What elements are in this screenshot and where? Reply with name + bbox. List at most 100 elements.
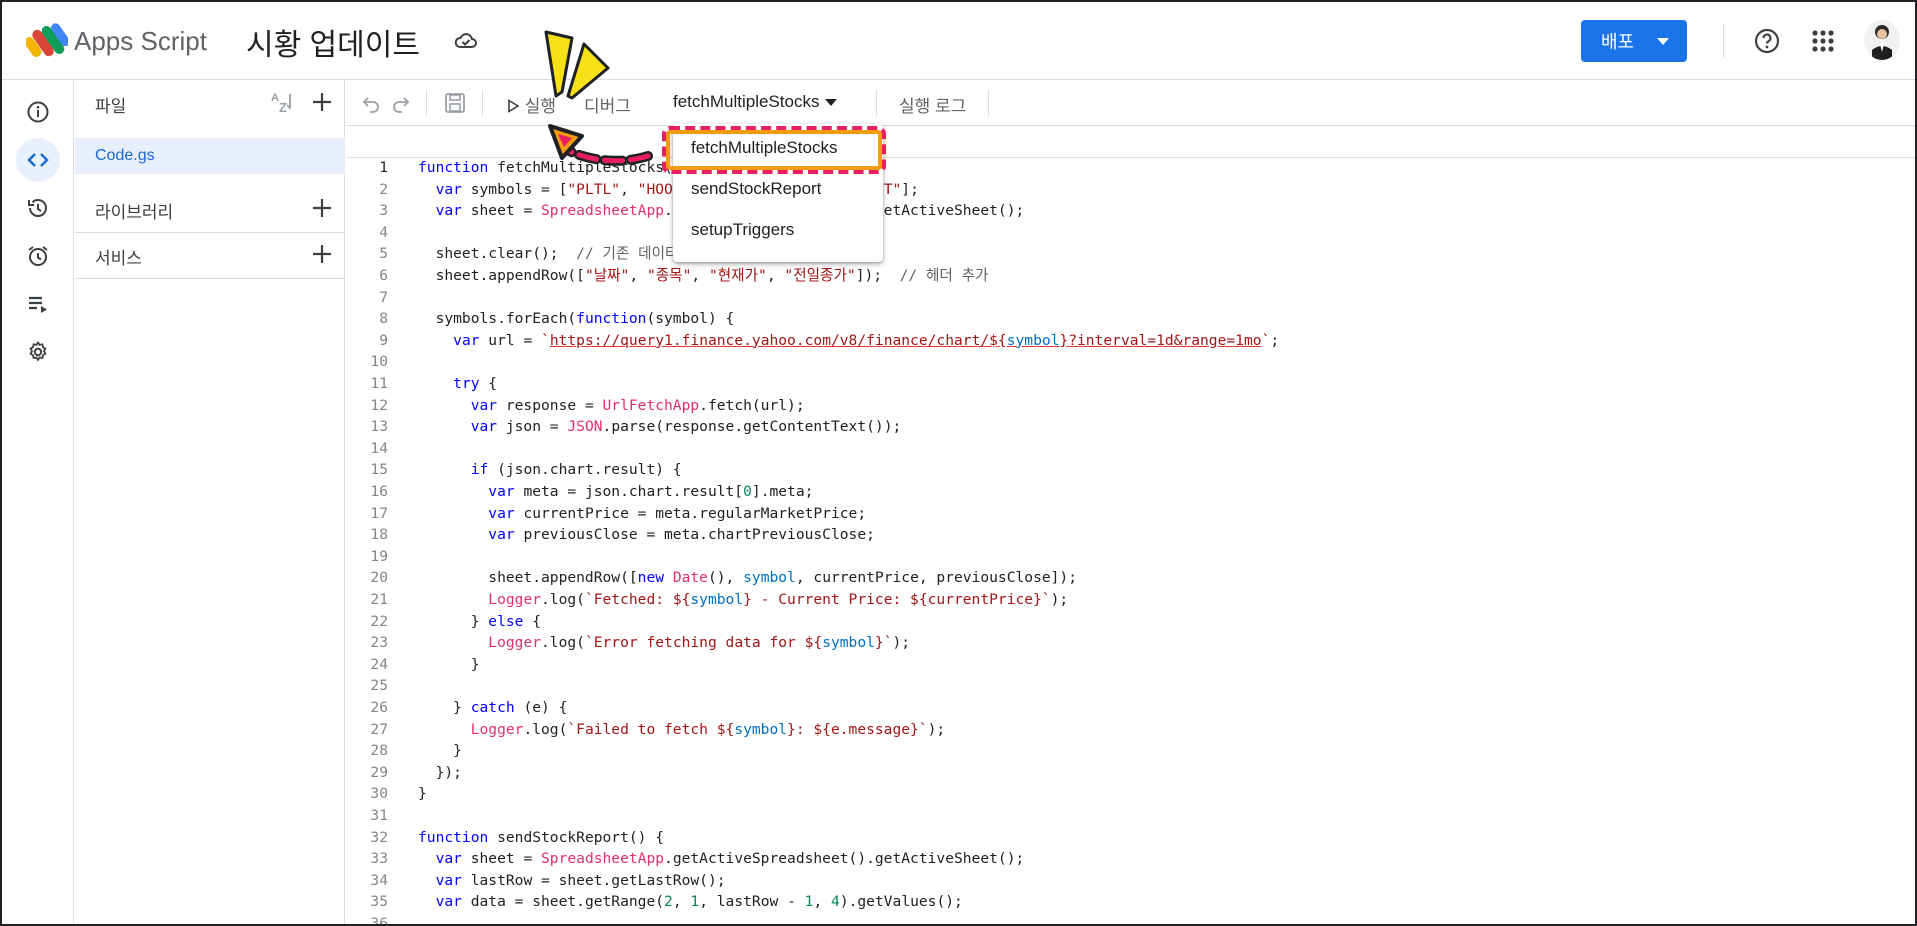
divider <box>1723 24 1724 58</box>
debug-button[interactable]: 디버그 <box>584 92 631 117</box>
svg-text:Z: Z <box>279 100 287 114</box>
code-text: } catch (e) { <box>418 699 568 716</box>
line-number: 20 <box>370 569 388 587</box>
divider <box>876 90 877 116</box>
line-number: 5 <box>379 245 388 263</box>
editor-code-icon[interactable] <box>16 138 60 182</box>
services-header: 서비스 <box>75 232 344 278</box>
code-text: Logger.log(`Failed to fetch ${symbol}: $… <box>470 720 946 738</box>
file-name: Code.gs <box>95 147 155 164</box>
libraries-header: 라이브러리 <box>75 186 344 232</box>
line-number: 29 <box>370 763 388 781</box>
divider <box>482 90 483 116</box>
line-number: 13 <box>370 418 388 436</box>
code-text: sheet.appendRow([new Date(), symbol, cur… <box>418 569 1078 587</box>
code-text: var data = sheet.getRange(2, 1, lastRow … <box>435 893 963 911</box>
code-text: var lastRow = sheet.getLastRow(); <box>435 871 726 889</box>
line-number: 32 <box>370 828 388 846</box>
debug-label: 디버그 <box>584 97 631 116</box>
code-text: var currentPrice = meta.regularMarketPri… <box>488 504 867 522</box>
execution-log-label: 실행 로그 <box>899 97 967 116</box>
divider <box>426 90 427 116</box>
code-text: Logger.log(`Fetched: ${symbol} - Current… <box>488 591 1069 608</box>
code-text: try { <box>453 375 498 392</box>
line-number: 26 <box>370 699 388 716</box>
editor-toolbar: 실행 디버그 fetchMultipleStocks 실행 로그 <box>346 80 1915 126</box>
avatar[interactable] <box>1864 20 1900 60</box>
project-title[interactable]: 시황 업데이트 <box>246 20 420 64</box>
add-library-icon[interactable] <box>310 196 334 220</box>
code-text: }); <box>418 763 462 781</box>
line-number: 2 <box>379 180 388 198</box>
line-number: 8 <box>379 310 388 328</box>
caret-down-icon <box>825 99 838 107</box>
line-number: 7 <box>379 288 388 306</box>
line-number: 28 <box>370 742 388 760</box>
settings-gear-icon[interactable] <box>16 330 60 374</box>
line-number: 30 <box>370 785 388 803</box>
line-number: 36 <box>370 915 388 926</box>
line-number: 15 <box>370 461 388 479</box>
add-file-icon[interactable] <box>310 90 334 114</box>
line-number: 34 <box>370 871 388 889</box>
code-text: sheet.appendRow(["날짜", "종목", "현재가", "전일종… <box>418 267 989 284</box>
triggers-alarm-icon[interactable] <box>16 234 60 278</box>
run-button[interactable]: 실행 <box>506 92 556 117</box>
deploy-button[interactable]: 배포 <box>1581 20 1687 62</box>
code-editor[interactable]: 1 function fetchMultipleStocks() {2 var s… <box>346 127 1915 926</box>
line-number: 12 <box>370 396 388 414</box>
undo-icon[interactable] <box>360 92 382 114</box>
line-number: 33 <box>370 850 388 868</box>
code-text: } <box>418 785 427 803</box>
chevron-down-icon <box>1657 38 1669 45</box>
line-number: 17 <box>370 504 388 522</box>
line-number: 22 <box>370 612 388 630</box>
annotation-highlight-box <box>662 126 886 174</box>
line-number: 35 <box>370 893 388 911</box>
code-text: var sheet = SpreadsheetApp.getActiveSpre… <box>435 850 1025 868</box>
app-name[interactable]: Apps Script <box>74 26 207 57</box>
line-number: 21 <box>370 591 388 608</box>
line-number: 11 <box>370 375 388 392</box>
code-text: var meta = json.chart.result[0].meta; <box>488 483 814 500</box>
libraries-title: 라이브러리 <box>95 203 174 222</box>
run-label: 실행 <box>524 97 557 116</box>
redo-icon[interactable] <box>390 92 412 114</box>
files-header: 파일 A Z <box>75 80 344 126</box>
selected-function: fetchMultipleStocks <box>673 92 820 111</box>
files-title: 파일 <box>95 97 127 116</box>
services-title: 서비스 <box>95 249 142 268</box>
deploy-label: 배포 <box>1601 32 1635 52</box>
files-panel: 파일 A Z Code.gs 라이브러리 서비스 <box>75 80 345 924</box>
executions-icon[interactable] <box>16 282 60 326</box>
code-text: symbols.forEach(function(symbol) { <box>418 310 735 328</box>
line-number: 19 <box>370 547 388 565</box>
line-number: 4 <box>379 223 388 241</box>
file-item-code-gs[interactable]: Code.gs <box>75 138 345 174</box>
left-rail <box>2 80 74 924</box>
execution-log-button[interactable]: 실행 로그 <box>899 92 966 117</box>
code-text: if (json.chart.result) { <box>470 461 682 479</box>
divider <box>75 278 344 279</box>
svg-text:A: A <box>271 92 279 104</box>
code-text: Logger.log(`Error fetching data for ${sy… <box>488 634 911 652</box>
line-number: 14 <box>370 439 388 457</box>
menu-item-sendStockReport[interactable]: sendStockReport <box>691 179 821 199</box>
app-window: Apps Script 시황 업데이트 배포 파일 A Z Code.gs 라이… <box>0 0 1917 926</box>
google-apps-icon[interactable] <box>1812 30 1834 52</box>
overview-info-icon[interactable] <box>16 90 60 134</box>
line-number: 6 <box>379 267 388 284</box>
sort-az-icon[interactable]: A Z <box>270 90 296 114</box>
history-icon[interactable] <box>16 186 60 230</box>
function-select[interactable]: fetchMultipleStocks <box>673 92 838 112</box>
top-bar: Apps Script 시황 업데이트 배포 <box>2 2 1915 80</box>
divider <box>988 90 989 116</box>
line-number: 9 <box>379 331 388 349</box>
add-service-icon[interactable] <box>310 242 334 266</box>
help-icon[interactable] <box>1754 28 1780 54</box>
line-number: 16 <box>370 483 388 500</box>
save-icon[interactable] <box>444 92 466 114</box>
menu-item-setupTriggers[interactable]: setupTriggers <box>691 220 794 240</box>
code-text: var previousClose = meta.chartPreviousCl… <box>488 526 875 544</box>
code-text: var json = JSON.parse(response.getConten… <box>470 418 902 436</box>
